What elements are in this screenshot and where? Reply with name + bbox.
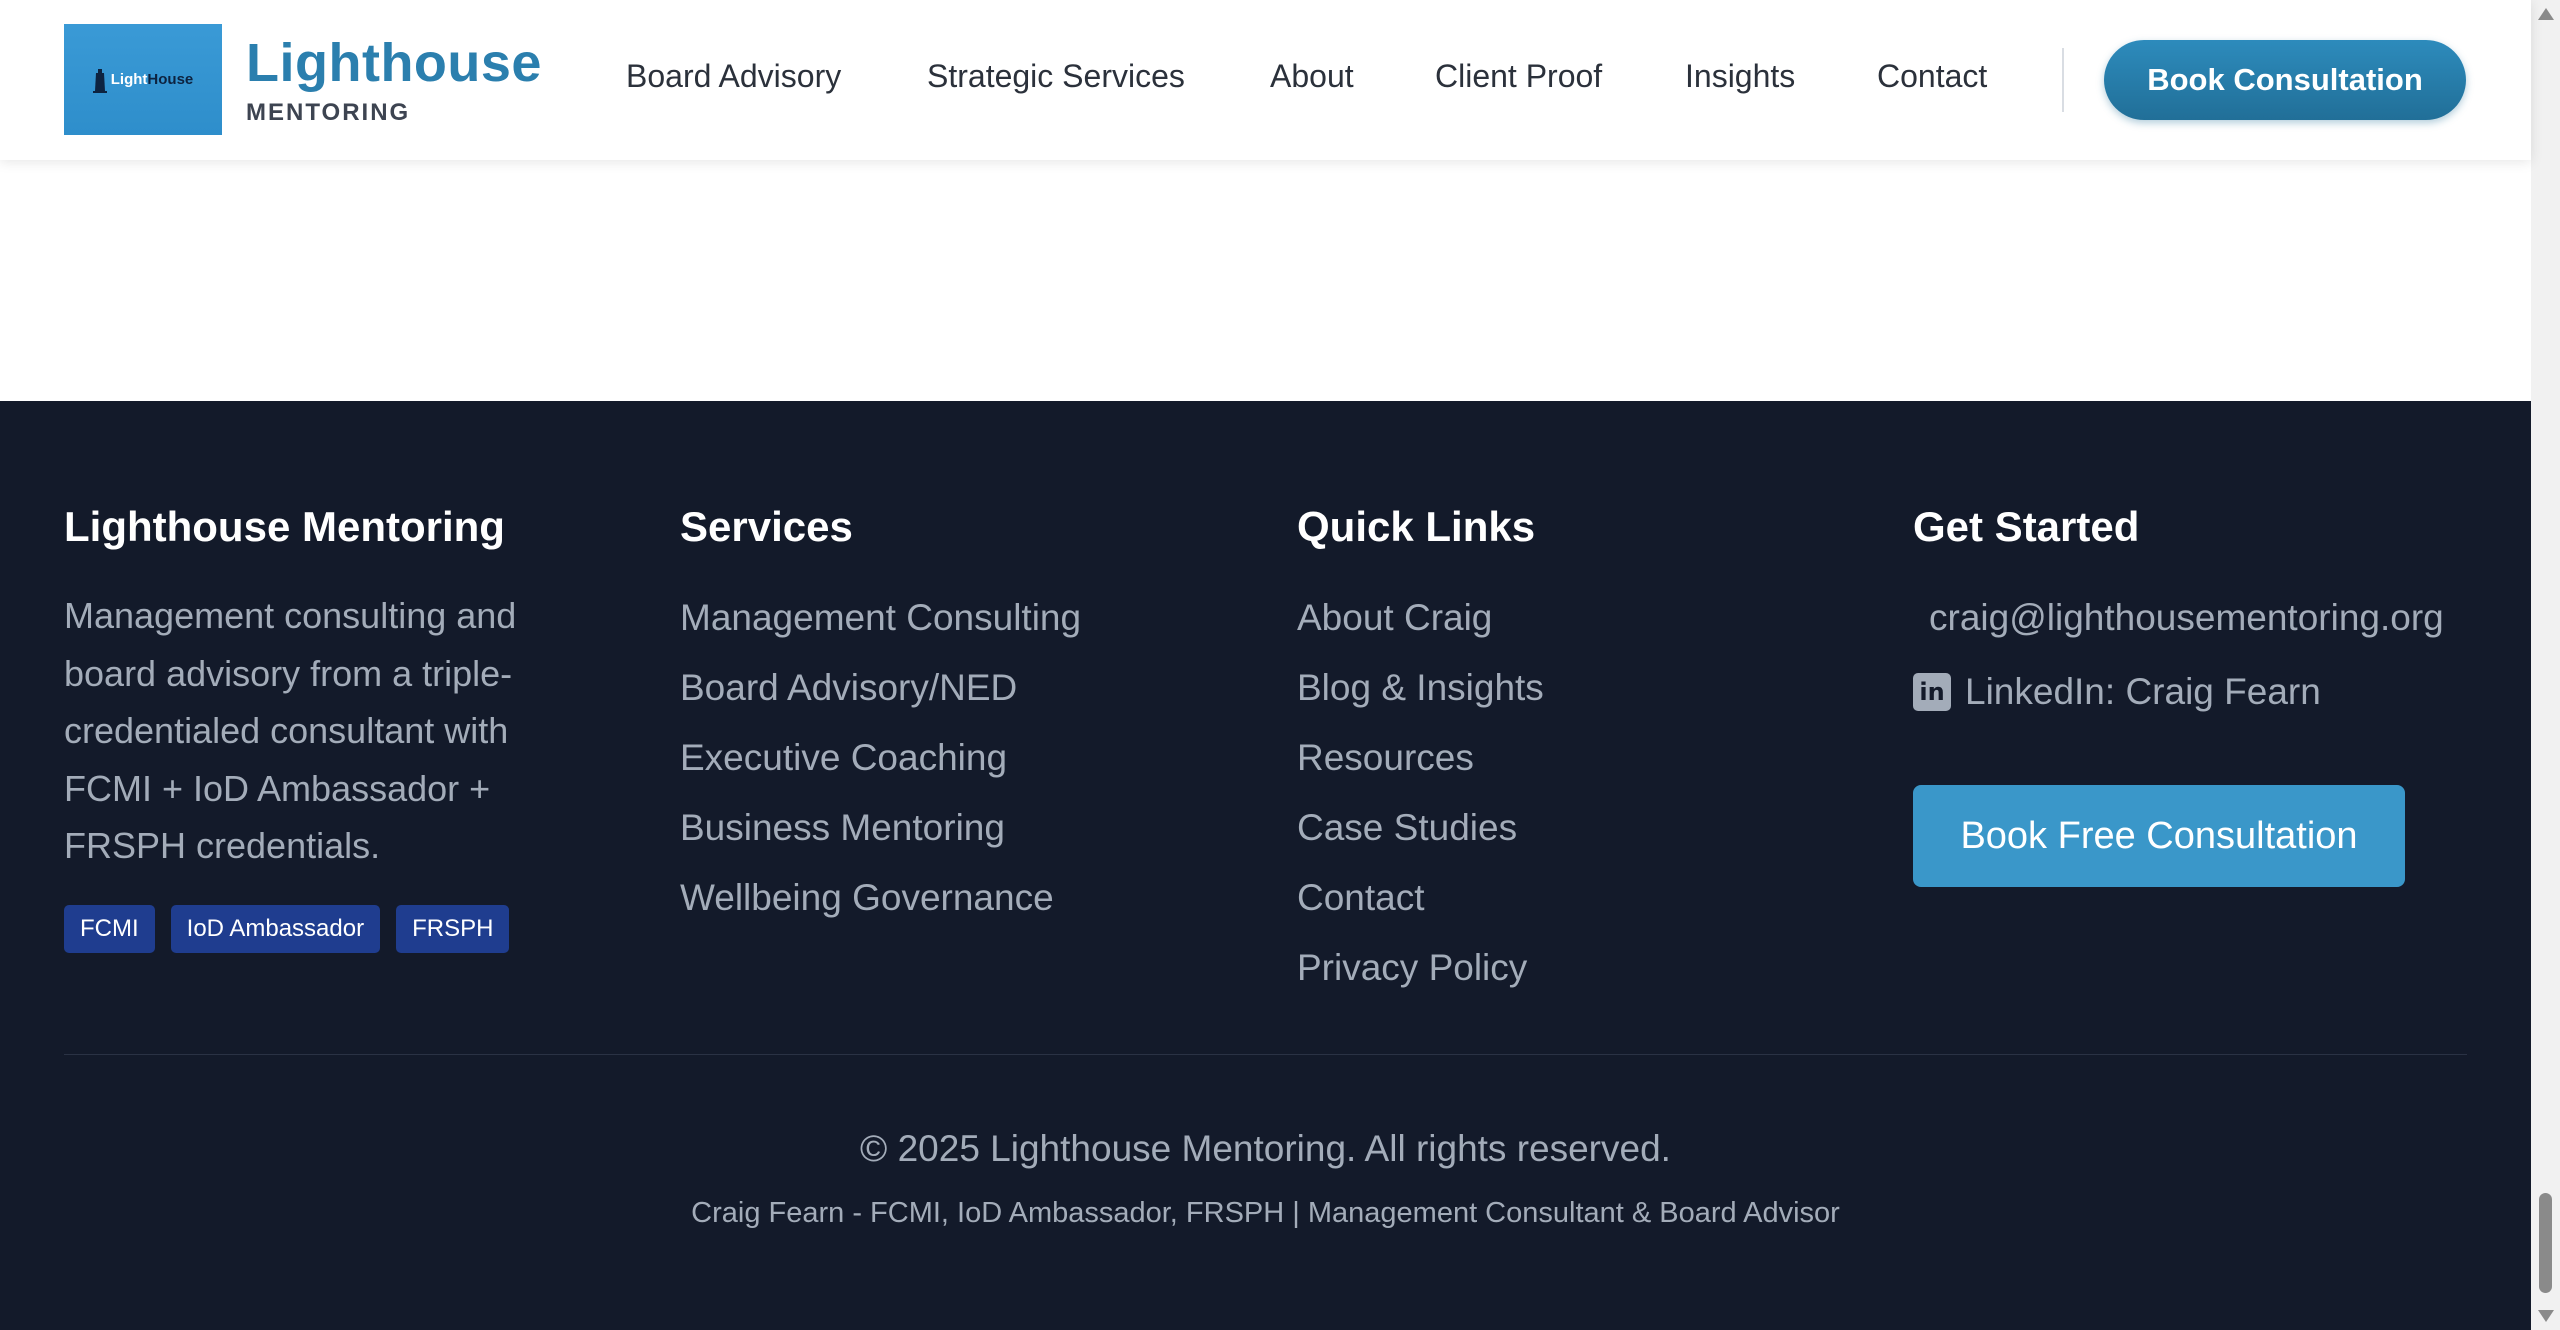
services-list: Management Consulting Board Advisory/NED… bbox=[680, 583, 1081, 933]
quick-link-privacy-policy[interactable]: Privacy Policy bbox=[1297, 933, 1544, 1003]
scroll-up-arrow-icon[interactable] bbox=[2538, 8, 2554, 20]
credits-text: Craig Fearn - FCMI, IoD Ambassador, FRSP… bbox=[691, 1197, 1840, 1229]
quick-links-list: About Craig Blog & Insights Resources Ca… bbox=[1297, 583, 1544, 1003]
logo-image-text-house: House bbox=[147, 71, 194, 88]
logo-image-wordmark: LightHouse bbox=[92, 67, 194, 93]
site-footer: Lighthouse Mentoring Management consulti… bbox=[0, 401, 2531, 1330]
footer-about-text: Management consulting and board advisory… bbox=[64, 595, 517, 866]
brand-subtitle: MENTORING bbox=[246, 99, 411, 126]
quick-link-case-studies[interactable]: Case Studies bbox=[1297, 793, 1544, 863]
quick-link-contact[interactable]: Contact bbox=[1297, 863, 1544, 933]
footer-get-started-title: Get Started bbox=[1913, 503, 2140, 550]
service-link-business-mentoring[interactable]: Business Mentoring bbox=[680, 793, 1081, 863]
nav-insights[interactable]: Insights bbox=[1685, 58, 1795, 95]
nav-strategic-services[interactable]: Strategic Services bbox=[927, 58, 1185, 95]
linkedin-link[interactable]: in LinkedIn: Craig Fearn bbox=[1913, 661, 2444, 723]
linkedin-icon: in bbox=[1913, 673, 1951, 711]
badge-iod-ambassador: IoD Ambassador bbox=[170, 904, 381, 953]
footer-quick-links-column: Quick Links About Craig Blog & Insights … bbox=[1297, 499, 1544, 1003]
scrollbar-thumb[interactable] bbox=[2539, 1193, 2552, 1293]
service-link-wellbeing-governance[interactable]: Wellbeing Governance bbox=[680, 863, 1081, 933]
service-link-board-advisory[interactable]: Board Advisory/NED bbox=[680, 653, 1081, 723]
footer-services-title: Services bbox=[680, 503, 853, 550]
footer-divider bbox=[64, 1054, 2467, 1055]
badge-frsph: FRSPH bbox=[396, 904, 510, 953]
site-header: LightHouse Lighthouse MENTORING Board Ad… bbox=[0, 0, 2531, 160]
lighthouse-tower-icon bbox=[92, 68, 107, 93]
nav-board-advisory[interactable]: Board Advisory bbox=[626, 58, 841, 95]
book-consultation-button[interactable]: Book Consultation bbox=[2104, 40, 2466, 120]
copyright-text: © 2025 Lighthouse Mentoring. All rights … bbox=[860, 1128, 1671, 1169]
nav-contact[interactable]: Contact bbox=[1877, 58, 1987, 95]
scroll-down-arrow-icon[interactable] bbox=[2538, 1310, 2554, 1322]
footer-get-started-column: Get Started craig@lighthousementoring.or… bbox=[1913, 499, 2444, 887]
lighthouse-logo-icon[interactable]: LightHouse bbox=[64, 24, 222, 135]
quick-link-resources[interactable]: Resources bbox=[1297, 723, 1544, 793]
footer-about-column: Lighthouse Mentoring Management consulti… bbox=[64, 499, 584, 953]
service-link-management-consulting[interactable]: Management Consulting bbox=[680, 583, 1081, 653]
brand-wordmark[interactable]: Lighthouse MENTORING bbox=[246, 30, 542, 128]
footer-services-column: Services Management Consulting Board Adv… bbox=[680, 499, 1081, 933]
page-scrollbar[interactable] bbox=[2531, 0, 2560, 1330]
footer-about-title: Lighthouse Mentoring bbox=[64, 503, 505, 550]
service-link-executive-coaching[interactable]: Executive Coaching bbox=[680, 723, 1081, 793]
footer-quick-links-title: Quick Links bbox=[1297, 503, 1536, 550]
nav-divider bbox=[2062, 48, 2064, 112]
credential-badges: FCMI IoD Ambassador FRSPH bbox=[64, 904, 584, 953]
logo-image-text-light: Light bbox=[110, 71, 148, 88]
linkedin-label: LinkedIn: Craig Fearn bbox=[1965, 671, 2321, 712]
nav-about[interactable]: About bbox=[1270, 58, 1354, 95]
quick-link-blog-insights[interactable]: Blog & Insights bbox=[1297, 653, 1544, 723]
badge-fcmi: FCMI bbox=[64, 904, 155, 953]
nav-client-proof[interactable]: Client Proof bbox=[1435, 58, 1602, 95]
quick-link-about-craig[interactable]: About Craig bbox=[1297, 583, 1544, 653]
brand-title: Lighthouse bbox=[246, 33, 542, 93]
contact-email-link[interactable]: craig@lighthousementoring.org bbox=[1929, 583, 2444, 653]
book-free-consultation-button[interactable]: Book Free Consultation bbox=[1913, 785, 2405, 887]
